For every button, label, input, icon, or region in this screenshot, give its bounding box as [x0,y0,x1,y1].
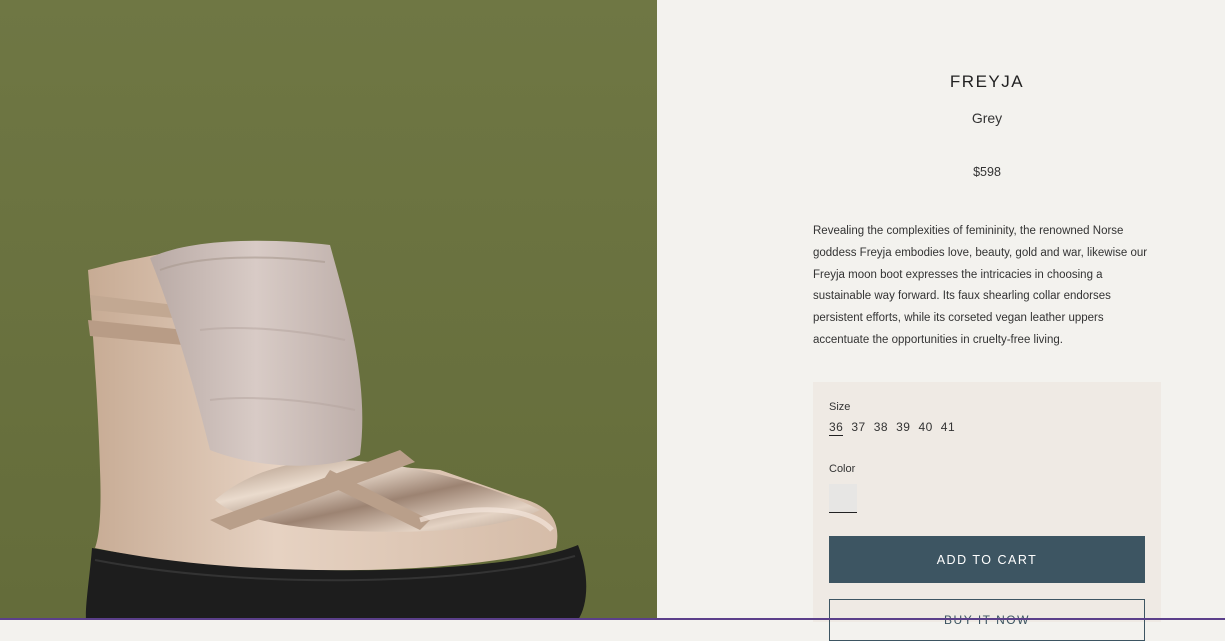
size-selector: 36 37 38 39 40 41 [829,420,955,436]
product-color-name: Grey [971,110,1003,126]
boot-illustration [0,0,657,620]
product-info-panel: FREYJA Grey $598 Revealing the complexit… [657,0,1225,641]
size-option-36[interactable]: 36 [829,420,844,436]
size-option-39[interactable]: 39 [896,420,910,436]
size-option-37[interactable]: 37 [851,420,865,436]
color-label: Color [829,463,856,475]
product-form: Size 36 37 38 39 40 41 Color ADD TO CART… [813,382,1161,641]
add-to-cart-button[interactable]: ADD TO CART [829,536,1145,583]
color-swatch-grey[interactable] [829,484,857,513]
product-title: FREYJA [949,72,1025,91]
size-option-41[interactable]: 41 [941,420,955,436]
size-option-40[interactable]: 40 [918,420,932,436]
product-description: Revealing the complexities of femininity… [813,225,1148,346]
size-option-38[interactable]: 38 [874,420,888,436]
product-price: $598 [973,165,1001,179]
buy-now-button[interactable]: BUY IT NOW [829,599,1145,641]
product-image [0,0,657,620]
size-label: Size [829,401,851,413]
